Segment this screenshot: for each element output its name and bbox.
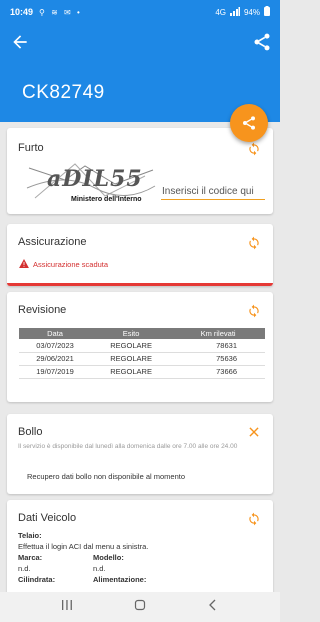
column-header: Km rilevati — [171, 328, 265, 339]
refresh-icon[interactable] — [247, 512, 261, 526]
signal-icon — [229, 6, 240, 18]
table-row: 03/07/2023 REGOLARE 78631 — [19, 339, 265, 353]
battery-icon — [264, 6, 270, 18]
table-cell: 29/06/2021 — [19, 352, 92, 366]
column-header: Data — [19, 328, 92, 339]
status-time: 10:49 — [10, 7, 34, 17]
table-cell: 03/07/2023 — [19, 339, 92, 353]
assicurazione-card: Assicurazione Assicurazione scaduta — [7, 224, 273, 286]
bollo-title: Bollo — [18, 426, 43, 438]
share-icon[interactable] — [252, 32, 272, 52]
back-arrow-icon[interactable] — [10, 32, 30, 52]
cilindrata-label: Cilindrata: — [18, 575, 56, 584]
table-cell: REGOLARE — [91, 352, 172, 366]
page-title: CK82749 — [22, 82, 105, 103]
system-nav-bar — [0, 592, 280, 622]
captcha-text: aDIL55 — [47, 166, 143, 192]
table-cell: REGOLARE — [91, 339, 172, 353]
marca-label: Marca: — [18, 553, 43, 562]
telaio-value: Effettua il login ACI dal menu a sinistr… — [18, 542, 149, 551]
table-header-row: Data Esito Km rilevati — [19, 328, 265, 339]
marca-value: n.d. — [18, 564, 31, 573]
captcha-caption: Ministero dell'Interno — [71, 196, 142, 203]
assicurazione-title: Assicurazione — [18, 236, 87, 248]
status-bar: 10:49 ⚲ ≋ ✉ • 4G 94% — [0, 0, 280, 24]
table-cell: 75636 — [171, 352, 265, 366]
share-fab-button[interactable] — [230, 104, 268, 142]
dati-veicolo-card: Dati Veicolo Telaio: Effettua il login A… — [7, 500, 273, 596]
table-cell: REGOLARE — [91, 365, 172, 379]
table-cell: 78631 — [171, 339, 265, 353]
bollo-description: Il servizio è disponibile dal lunedì all… — [18, 443, 238, 450]
insurance-status: Assicurazione scaduta — [19, 259, 108, 270]
notification-icons: ⚲ ≋ ✉ • — [39, 7, 82, 17]
refresh-icon[interactable] — [247, 142, 261, 156]
bollo-message: Recupero dati bollo non disponibile al m… — [27, 472, 186, 481]
battery-label: 94% — [243, 7, 260, 17]
revisione-card: Revisione Data Esito Km rilevati 03/07/2… — [7, 292, 273, 402]
table-row: 29/06/2021 REGOLARE 75636 — [19, 352, 265, 366]
revisione-table: Data Esito Km rilevati 03/07/2023 REGOLA… — [19, 328, 265, 379]
modello-value: n.d. — [93, 564, 106, 573]
bollo-card: Bollo Il servizio è disponibile dal lune… — [7, 414, 273, 494]
dati-veicolo-title: Dati Veicolo — [18, 512, 77, 524]
refresh-icon[interactable] — [247, 304, 261, 318]
revisione-title: Revisione — [18, 304, 67, 316]
telaio-label: Telaio: — [18, 531, 42, 540]
table-cell: 73666 — [171, 365, 265, 379]
refresh-icon[interactable] — [247, 236, 261, 250]
network-label: 4G — [215, 7, 226, 17]
close-icon[interactable] — [247, 425, 261, 439]
home-icon[interactable] — [134, 598, 146, 616]
recent-apps-icon[interactable] — [61, 598, 73, 616]
status-right: 4G 94% — [215, 6, 270, 18]
insurance-status-text: Assicurazione scaduta — [33, 260, 109, 269]
table-cell: 19/07/2019 — [19, 365, 92, 379]
table-row: 19/07/2019 REGOLARE 73666 — [19, 365, 265, 379]
furto-title: Furto — [18, 142, 44, 154]
warning-icon — [19, 259, 29, 270]
captcha-input[interactable] — [161, 184, 265, 200]
modello-label: Modello: — [93, 553, 124, 562]
alimentazione-label: Alimentazione: — [93, 575, 147, 584]
column-header: Esito — [91, 328, 172, 339]
error-indicator-bar — [7, 283, 273, 286]
captcha-image: aDIL55 Ministero dell'Interno — [25, 158, 157, 206]
furto-card: Furto aDIL55 Ministero dell'Interno — [7, 128, 273, 214]
back-nav-icon[interactable] — [207, 598, 219, 616]
